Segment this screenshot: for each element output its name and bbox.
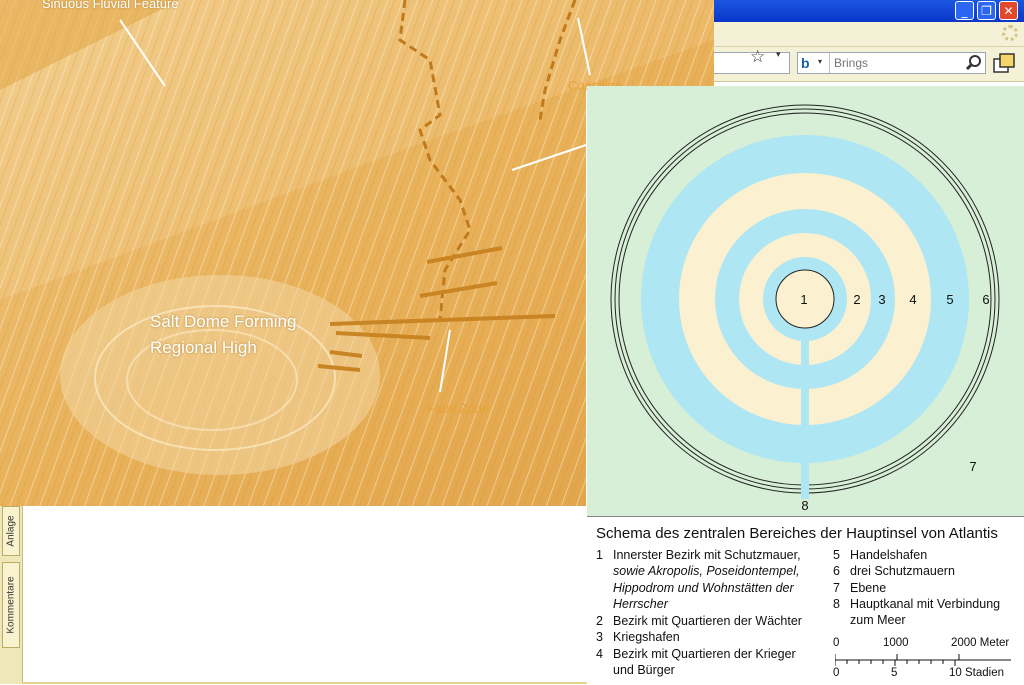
legend-text: Bezirk mit Quartieren der Wächter [613,614,802,628]
legend-number: 6 [833,564,840,578]
tools-icon[interactable] [992,52,1016,74]
ring-label-1: 1 [800,292,807,307]
atlantis-figure: 1 2 3 4 5 6 7 8 Schema des zentralen Ber… [587,86,1024,685]
scale-stadien-5: 5 [891,667,898,679]
legend-text: Kriegshafen [613,630,680,644]
search-provider-dropdown-icon[interactable]: ▾ [818,57,822,66]
legend-number: 4 [596,647,603,661]
legend-item-4: 4 Bezirk mit Quartieren der Krieger und … [596,646,826,680]
search-magnifier-icon[interactable] [965,54,983,72]
legend-text: Hauptkanal mit Verbindung zum Meer [850,597,1001,628]
ring-label-2: 2 [853,292,860,307]
legend-item-7: 7 Ebene [833,580,1018,597]
scale-meter-0: 0 [833,637,840,649]
scale-ruler [835,654,1011,666]
scale-meter-1000: 1000 [883,637,909,649]
legend-item-2: 2 Bezirk mit Quartieren der Wächter [596,613,826,630]
legend-item-6: 6 drei Schutzmauern [833,563,1018,580]
ring-label-3: 3 [878,292,885,307]
legend-text: Bezirk mit Quartieren der Krieger und Bü… [613,647,796,678]
bing-search-provider-icon[interactable]: b [801,55,810,71]
tab-kommentare-label: Kommentare [5,576,17,634]
legend-number: 8 [833,597,840,611]
loading-throbber-icon [1002,25,1018,41]
legend-text: Innerster Bezirk mit Schutzmauer, sowie … [613,548,801,612]
scale-bar: 0 1000 2000 Meter 0 5 10 Stadien [833,635,1013,683]
scale-stadien-0: 0 [833,667,840,679]
legend-number: 2 [596,614,603,628]
tab-anlage-label: Anlage [5,515,17,547]
search-input[interactable] [829,53,968,73]
scale-stadien-10: 10 Stadien [949,667,1004,679]
scale-meter-2000: 2000 Meter [951,637,1010,649]
legend-number: 3 [596,630,603,644]
legend-text: drei Schutzmauern [850,564,955,578]
ring-label-4: 4 [909,292,916,307]
address-dropdown-icon[interactable]: ▾ [776,50,781,60]
fault-zone-label: Fault Zone [427,401,490,416]
search-box: b ▾ [797,52,986,74]
legend-number: 5 [833,548,840,562]
legend-item-3: 3 Kriegshafen [596,629,826,646]
ring-label-6: 6 [982,292,989,307]
legend-number: 7 [833,581,840,595]
caption-title: Schema des zentralen Bereiches der Haupt… [596,525,998,542]
atlantis-caption: Schema des zentralen Bereiches der Haupt… [587,516,1024,685]
side-tab-strip: Anlage Kommentare [0,506,23,684]
ring-label-7: 7 [969,459,976,474]
legend-item-5: 5 Handelshafen [833,547,1018,564]
ring-label-5: 5 [946,292,953,307]
maximize-button[interactable]: ❐ [977,1,996,20]
legend-text: Handelshafen [850,548,928,562]
legend-number: 1 [596,548,603,562]
salt-dome-label-line2: Regional High [150,338,257,357]
close-button[interactable]: ✕ [999,1,1018,20]
sinuous-fluvial-label: Sinuous Fluvial Feature [42,0,179,11]
legend-item-8: 8 Hauptkanal mit Verbindung zum Meer [833,596,1018,630]
legend-item-1: 1 Innerster Bezirk mit Schutzmauer, sowi… [596,547,826,613]
legend-text: Ebene [850,581,887,595]
salt-dome-label-line1: Salt Dome Forming [150,312,297,331]
tab-anlage[interactable]: Anlage [2,506,20,556]
minimize-button[interactable]: _ [955,1,974,20]
tab-kommentare[interactable]: Kommentare [2,562,20,648]
favorite-star-icon[interactable]: ☆ [750,47,765,67]
atlantis-ring-diagram: 1 2 3 4 5 6 7 8 [587,86,1024,516]
ring-label-8: 8 [801,498,808,513]
